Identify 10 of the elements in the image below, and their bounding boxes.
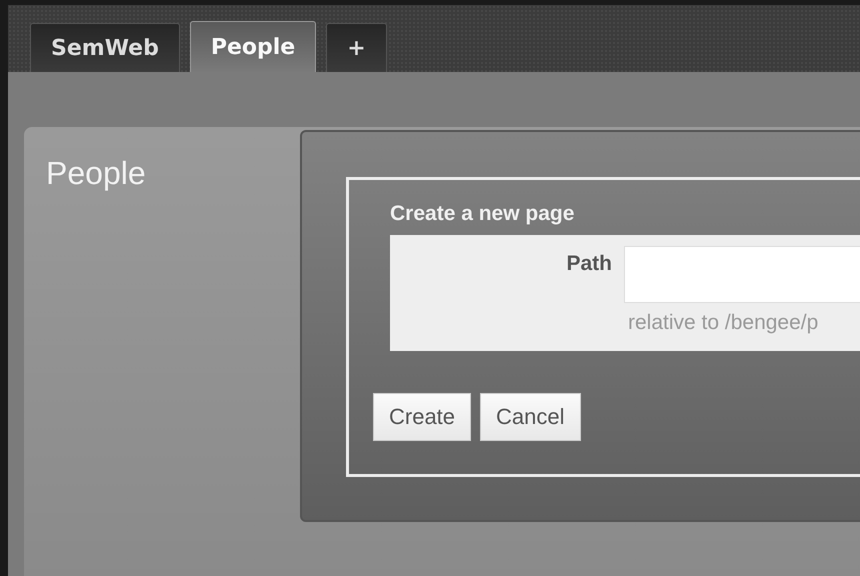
path-field[interactable] [624, 246, 860, 303]
cancel-button[interactable]: Cancel [480, 393, 581, 441]
dialog-title: Create a new page [390, 202, 576, 226]
tab[interactable]: + [326, 23, 387, 72]
tab[interactable]: SemWeb [30, 23, 180, 72]
path-label: Path [565, 251, 613, 277]
create-button[interactable]: Create [373, 393, 472, 441]
path-hint: relative to /bengee/p [627, 311, 820, 335]
sidebar-title: People [46, 155, 147, 192]
tab[interactable]: People [190, 21, 316, 72]
